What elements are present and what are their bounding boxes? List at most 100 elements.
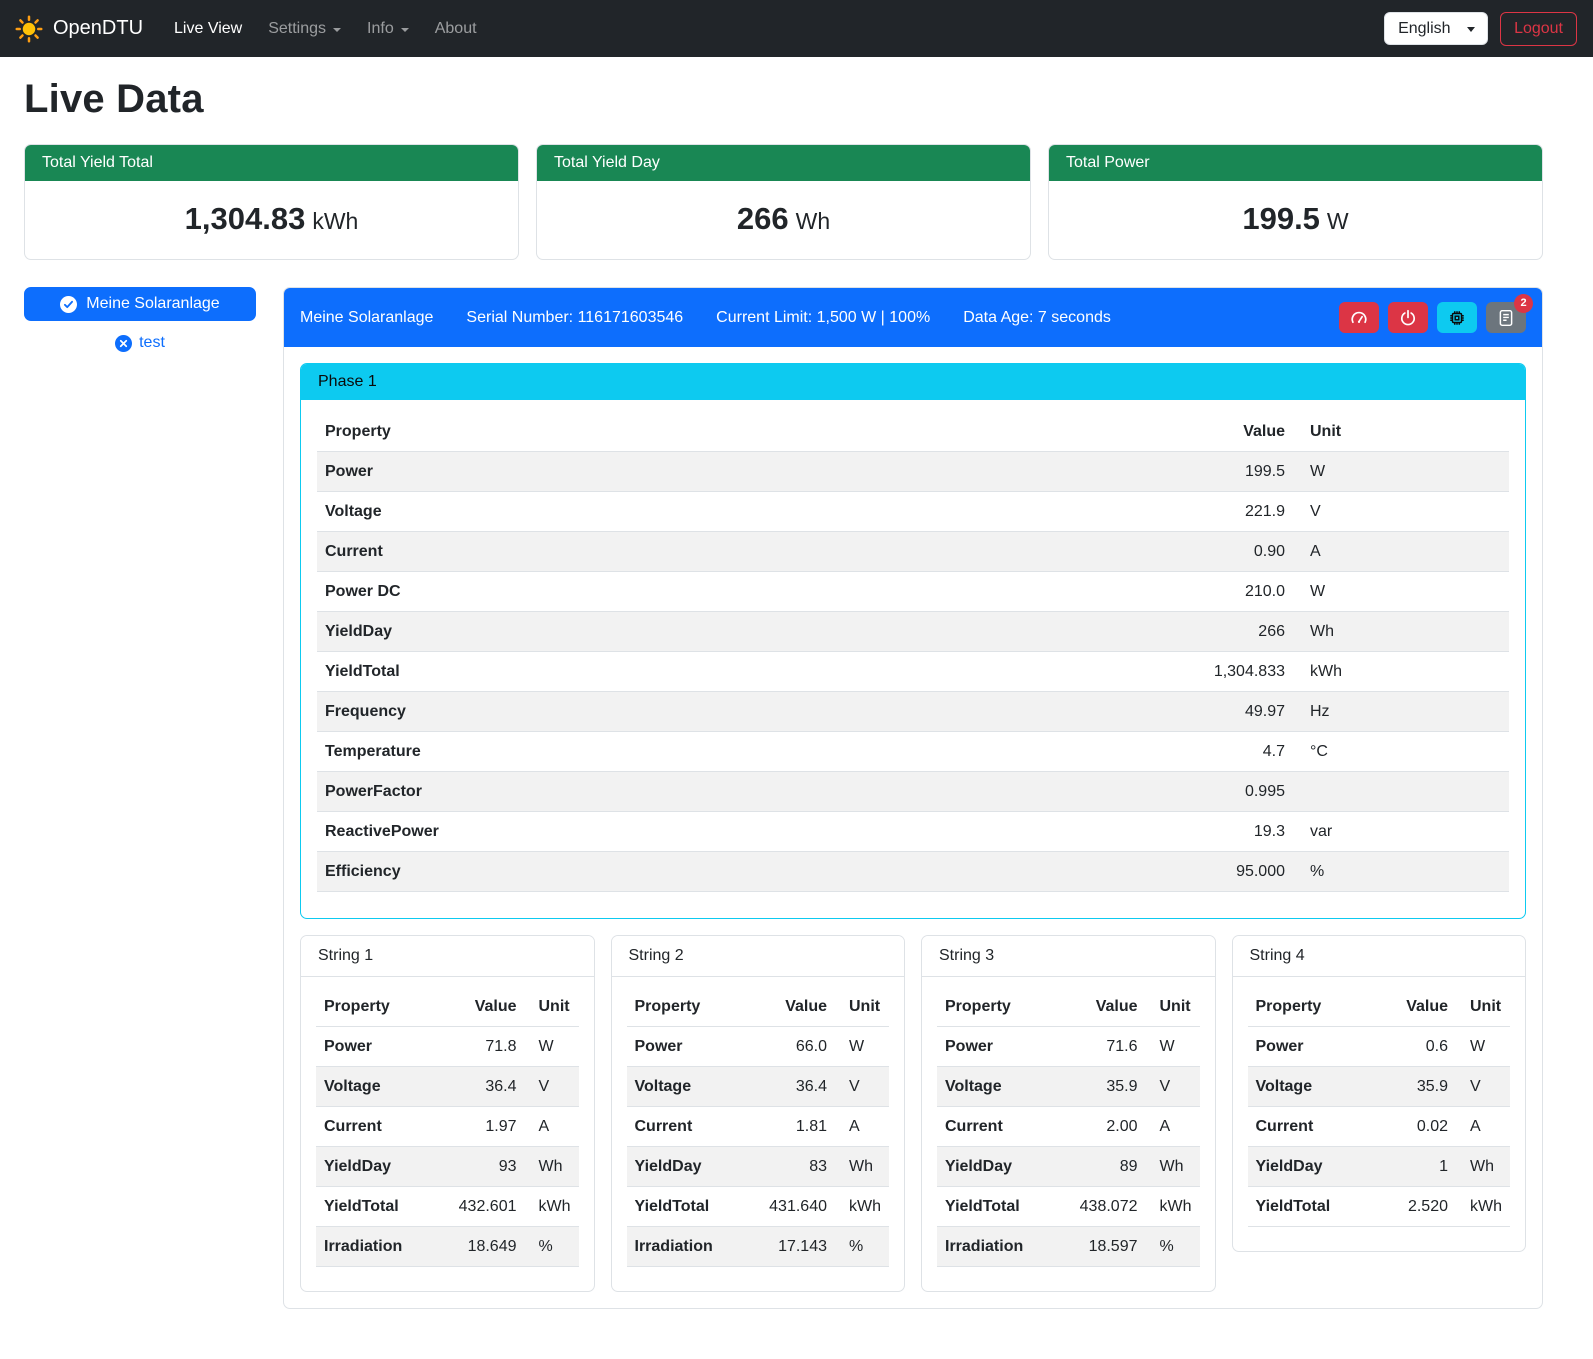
inverter-actions: 2 [1339, 302, 1526, 333]
navbar: OpenDTU Live View Settings Info About En… [0, 0, 1593, 57]
total-value: 266 [737, 201, 789, 236]
inverter-card: Meine Solaranlage Serial Number: 1161716… [283, 287, 1543, 1309]
total-card-body: 266Wh [537, 181, 1030, 259]
check-circle-icon [60, 296, 77, 313]
value-cell: 431.640 [747, 1187, 835, 1227]
nav-settings[interactable]: Settings [255, 12, 354, 46]
string-card-title: String 4 [1233, 936, 1526, 977]
totals-row: Total Yield Total 1,304.83kWh Total Yiel… [24, 144, 1543, 260]
limit-settings-button[interactable] [1339, 302, 1379, 333]
unit-cell: Wh [525, 1147, 579, 1187]
table-row: Current0.90A [317, 532, 1509, 572]
nav-about[interactable]: About [422, 12, 490, 46]
total-card-body: 1,304.83kWh [25, 181, 518, 259]
total-card-title: Total Yield Total [25, 145, 518, 181]
property-cell: Irradiation [627, 1227, 748, 1267]
table-row: Current1.81A [627, 1107, 890, 1147]
value-cell: 1 [1368, 1147, 1456, 1187]
unit-cell: A [1456, 1107, 1510, 1147]
sidebar-item-test[interactable]: test [109, 332, 171, 354]
value-cell: 35.9 [1368, 1067, 1456, 1107]
value-cell: 0.6 [1368, 1027, 1456, 1067]
property-cell: YieldDay [1248, 1147, 1369, 1187]
unit-cell: var [1293, 812, 1509, 852]
cpu-chip-icon [1448, 309, 1466, 327]
header-unit: Unit [1146, 987, 1200, 1027]
table-row: Voltage36.4V [627, 1067, 890, 1107]
unit-cell: A [1293, 532, 1509, 572]
table-header-row: Property Value Unit [317, 412, 1509, 452]
property-cell: Current [316, 1107, 437, 1147]
total-yield-day-card: Total Yield Day 266Wh [536, 144, 1031, 260]
brand-link[interactable]: OpenDTU [14, 14, 143, 44]
unit-cell: Wh [1293, 612, 1509, 652]
inverter-body: Phase 1 Property Value Unit Power199.5WV… [284, 347, 1542, 1308]
value-cell: 49.97 [1143, 692, 1293, 732]
string-table-body: Power66.0WVoltage36.4VCurrent1.81AYieldD… [627, 1027, 890, 1267]
value-cell: 2.520 [1368, 1187, 1456, 1227]
power-toggle-button[interactable] [1388, 302, 1428, 333]
unit-cell: Wh [835, 1147, 889, 1187]
device-info-button[interactable] [1437, 302, 1477, 333]
unit-cell: kWh [1456, 1187, 1510, 1227]
nav-live-view[interactable]: Live View [161, 12, 255, 46]
value-cell: 36.4 [437, 1067, 525, 1107]
value-cell: 35.9 [1058, 1067, 1146, 1107]
table-row: Current1.97A [316, 1107, 579, 1147]
property-cell: Voltage [627, 1067, 748, 1107]
unit-cell: W [835, 1027, 889, 1067]
table-row: Irradiation17.143% [627, 1227, 890, 1267]
nav-settings-label: Settings [268, 20, 326, 38]
event-count-badge: 2 [1514, 294, 1533, 313]
sidebar-item-label: test [139, 334, 165, 352]
inverter-limit: Current Limit: 1,500 W | 100% [716, 309, 930, 327]
inverter-header: Meine Solaranlage Serial Number: 1161716… [284, 288, 1542, 347]
sidebar-item-meine-solaranlage[interactable]: Meine Solaranlage [24, 287, 256, 321]
phase-table: Property Value Unit Power199.5WVoltage22… [317, 412, 1509, 892]
property-cell: YieldTotal [316, 1187, 437, 1227]
property-cell: Power [937, 1027, 1058, 1067]
value-cell: 4.7 [1143, 732, 1293, 772]
value-cell: 0.02 [1368, 1107, 1456, 1147]
language-select-wrap: English [1384, 12, 1488, 45]
nav-info[interactable]: Info [354, 12, 422, 46]
unit-cell: W [1293, 572, 1509, 612]
logout-button[interactable]: Logout [1500, 12, 1577, 46]
total-value: 199.5 [1242, 201, 1320, 236]
table-row: Power66.0W [627, 1027, 890, 1067]
property-cell: Power [317, 452, 1143, 492]
value-cell: 1,304.833 [1143, 652, 1293, 692]
value-cell: 199.5 [1143, 452, 1293, 492]
total-unit: W [1327, 208, 1349, 234]
string-2-card: String 2 Property Value Unit [611, 935, 906, 1292]
event-log-button[interactable]: 2 [1486, 302, 1526, 333]
table-row: Power71.8W [316, 1027, 579, 1067]
language-select[interactable]: English [1384, 12, 1488, 45]
unit-cell: V [1146, 1067, 1200, 1107]
table-row: YieldDay266Wh [317, 612, 1509, 652]
table-row: Current2.00A [937, 1107, 1200, 1147]
page-title: Live Data [24, 77, 1543, 122]
property-cell: Current [627, 1107, 748, 1147]
unit-cell: kWh [525, 1187, 579, 1227]
property-cell: Current [1248, 1107, 1369, 1147]
string-table: Property Value Unit Power71.6WVoltage35.… [937, 987, 1200, 1267]
property-cell: Power DC [317, 572, 1143, 612]
string-table-body: Power71.6WVoltage35.9VCurrent2.00AYieldD… [937, 1027, 1200, 1267]
inverter-name: Meine Solaranlage [300, 309, 433, 327]
property-cell: YieldTotal [937, 1187, 1058, 1227]
unit-cell: % [835, 1227, 889, 1267]
value-cell: 66.0 [747, 1027, 835, 1067]
header-value: Value [1143, 412, 1293, 452]
value-cell: 438.072 [1058, 1187, 1146, 1227]
table-row: YieldTotal2.520kWh [1248, 1187, 1511, 1227]
total-card-body: 199.5 W [1049, 181, 1542, 259]
inverter-sidebar: Meine Solaranlage test [24, 287, 256, 354]
table-row: Power199.5W [317, 452, 1509, 492]
x-circle-icon [115, 335, 132, 352]
total-unit: kWh [312, 208, 358, 234]
property-cell: YieldDay [937, 1147, 1058, 1187]
phase-card-title: Phase 1 [301, 364, 1525, 400]
live-data-page: Live Data Total Yield Total 1,304.83kWh … [0, 57, 1593, 1337]
table-row: Frequency49.97Hz [317, 692, 1509, 732]
